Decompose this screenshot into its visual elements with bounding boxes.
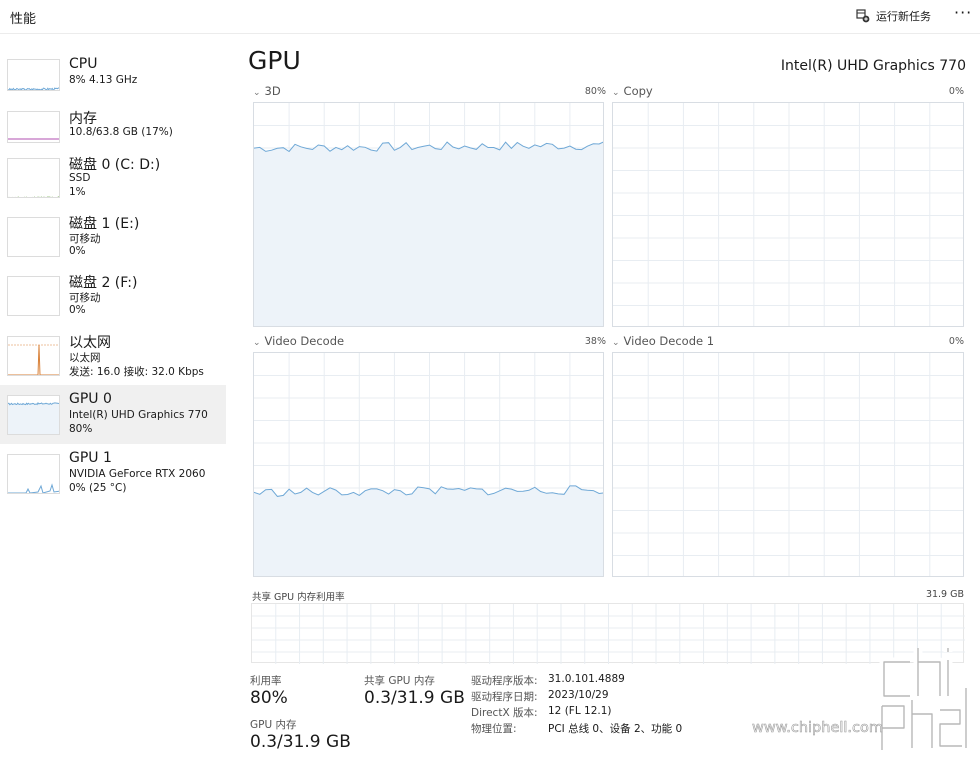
shared-gpu-memory-label: 共享 GPU 内存 xyxy=(364,675,435,687)
gpu-0-thumbnail-graph xyxy=(7,395,60,435)
gpu-memory-value: 0.3/31.9 GB xyxy=(250,732,351,752)
driver-version-value: 31.0.101.4889 xyxy=(548,673,625,685)
top-bar: 性能 运行新任务 ··· xyxy=(0,0,980,34)
run-new-task-button[interactable]: 运行新任务 xyxy=(856,7,931,25)
gpu-0-usage-line xyxy=(8,402,59,406)
sidebar-item-label: GPU 0 xyxy=(69,391,112,407)
chevron-down-icon: ⌄ xyxy=(253,88,261,98)
shared-memory-graph-label: 共享 GPU 内存利用率 xyxy=(252,592,345,603)
driver-date-value: 2023/10/29 xyxy=(548,689,609,701)
sidebar-item-detail-2: 80% xyxy=(69,423,93,435)
more-options-button[interactable]: ··· xyxy=(954,3,972,22)
engine-label: 3D xyxy=(264,84,281,98)
utilization-value: 80% xyxy=(250,688,288,708)
gpu-1-thumbnail-graph xyxy=(7,454,60,494)
directx-version-label: DirectX 版本: xyxy=(471,707,538,719)
sidebar-item-detail-2: 发送: 16.0 接收: 32.0 Kbps xyxy=(69,366,204,378)
shared-gpu-memory-value: 0.3/31.9 GB xyxy=(364,688,465,708)
engine-selector-video-decode-1[interactable]: ⌄ Video Decode 1 xyxy=(612,334,714,348)
sidebar-item-detail: 可移动 xyxy=(69,233,101,245)
sidebar-item-label: 磁盘 2 (F:) xyxy=(69,275,138,291)
sidebar-item-label: 内存 xyxy=(69,111,97,127)
sidebar-item-label: GPU 1 xyxy=(69,450,112,466)
sidebar-item-detail-2: 0% xyxy=(69,304,86,316)
physical-location-value: PCI 总线 0、设备 2、功能 0 xyxy=(548,723,683,735)
gpu-memory-label: GPU 内存 xyxy=(250,719,297,731)
sidebar-item-label: CPU xyxy=(69,56,98,72)
sidebar-item-detail: SSD xyxy=(69,172,91,184)
disk-2-thumbnail-graph xyxy=(7,276,60,316)
memory-thumbnail-graph xyxy=(7,111,60,143)
sidebar-item-detail: 10.8/63.8 GB (17%) xyxy=(69,126,173,138)
chevron-down-icon: ⌄ xyxy=(612,88,620,98)
sidebar-item-detail: 以太网 xyxy=(69,352,101,364)
gpu-0-usage-area xyxy=(8,402,59,434)
sidebar-item-disk-2[interactable]: 磁盘 2 (F:) 可移动 0% xyxy=(0,266,226,325)
page-title: 性能 xyxy=(10,12,37,27)
engine-selector-copy[interactable]: ⌄ Copy xyxy=(612,84,653,98)
sidebar-item-detail: Intel(R) UHD Graphics 770 xyxy=(69,409,208,421)
sidebar-item-detail: 8% 4.13 GHz xyxy=(69,74,138,86)
engine-percent: 0% xyxy=(948,336,964,347)
engine-percent: 0% xyxy=(948,86,964,97)
directx-version-value: 12 (FL 12.1) xyxy=(548,705,612,717)
shared-memory-total: 31.9 GB xyxy=(925,589,964,600)
disk-usage-line xyxy=(8,196,59,197)
engine-usage-area xyxy=(254,485,603,576)
ethernet-usage-line xyxy=(8,344,59,375)
driver-date-label: 驱动程序日期: xyxy=(471,691,538,703)
cpu-usage-line xyxy=(8,87,59,90)
engine-selector-video-decode[interactable]: ⌄ Video Decode xyxy=(253,334,344,348)
cpu-thumbnail-graph xyxy=(7,59,60,91)
sidebar-item-label: 磁盘 1 (E:) xyxy=(69,216,140,232)
sidebar-item-gpu-1[interactable]: GPU 1 NVIDIA GeForce RTX 2060 0% (25 °C) xyxy=(0,444,226,503)
engine-graph-video-decode xyxy=(253,352,604,577)
engine-selector-3d[interactable]: ⌄ 3D xyxy=(253,84,281,98)
engine-graph-3d xyxy=(253,102,604,327)
engine-graph-video-decode-1 xyxy=(612,352,964,577)
chevron-down-icon: ⌄ xyxy=(253,338,261,348)
gpu-1-usage-line xyxy=(8,483,59,493)
chiphell-watermark: www.chiphell.com xyxy=(752,640,974,755)
sidebar-item-detail: NVIDIA GeForce RTX 2060 xyxy=(69,468,206,480)
new-task-icon xyxy=(856,9,870,23)
sidebar: CPU 8% 4.13 GHz 内存 10.8/63.8 GB (17%) 磁盘… xyxy=(0,36,226,761)
sidebar-item-label: 磁盘 0 (C: D:) xyxy=(69,157,161,173)
engine-percent: 38% xyxy=(584,336,606,347)
ethernet-thumbnail-graph xyxy=(7,336,60,376)
sidebar-item-cpu[interactable]: CPU 8% 4.13 GHz xyxy=(0,44,226,103)
sidebar-item-detail-2: 1% xyxy=(69,186,86,198)
sidebar-item-disk-0[interactable]: 磁盘 0 (C: D:) SSD 1% xyxy=(0,148,226,207)
engine-label: Video Decode 1 xyxy=(623,334,715,348)
chevron-down-icon: ⌄ xyxy=(612,338,620,348)
disk-0-thumbnail-graph xyxy=(7,158,60,198)
gpu-model-name: Intel(R) UHD Graphics 770 xyxy=(780,58,966,74)
sidebar-item-ethernet[interactable]: 以太网 以太网 发送: 16.0 接收: 32.0 Kbps xyxy=(0,326,226,385)
sidebar-item-detail-2: 0% (25 °C) xyxy=(69,482,127,494)
sidebar-item-detail-2: 0% xyxy=(69,245,86,257)
sidebar-item-label: 以太网 xyxy=(69,335,111,351)
sidebar-item-disk-1[interactable]: 磁盘 1 (E:) 可移动 0% xyxy=(0,207,226,266)
sidebar-item-detail: 可移动 xyxy=(69,292,101,304)
driver-version-label: 驱动程序版本: xyxy=(471,675,538,687)
utilization-label: 利用率 xyxy=(250,675,282,687)
gpu-title: GPU xyxy=(248,46,301,75)
engine-graph-copy xyxy=(612,102,964,327)
sidebar-item-gpu-0[interactable]: GPU 0 Intel(R) UHD Graphics 770 80% xyxy=(0,385,226,444)
engine-usage-area xyxy=(254,142,603,326)
engine-label: Copy xyxy=(623,84,653,98)
watermark-url: www.chiphell.com xyxy=(752,720,883,736)
physical-location-label: 物理位置: xyxy=(471,723,517,735)
chiphell-logo xyxy=(877,648,971,751)
disk-1-thumbnail-graph xyxy=(7,217,60,257)
engine-percent: 80% xyxy=(584,86,606,97)
run-new-task-label: 运行新任务 xyxy=(876,10,931,23)
sidebar-item-memory[interactable]: 内存 10.8/63.8 GB (17%) xyxy=(0,96,226,155)
engine-label: Video Decode xyxy=(264,334,345,348)
